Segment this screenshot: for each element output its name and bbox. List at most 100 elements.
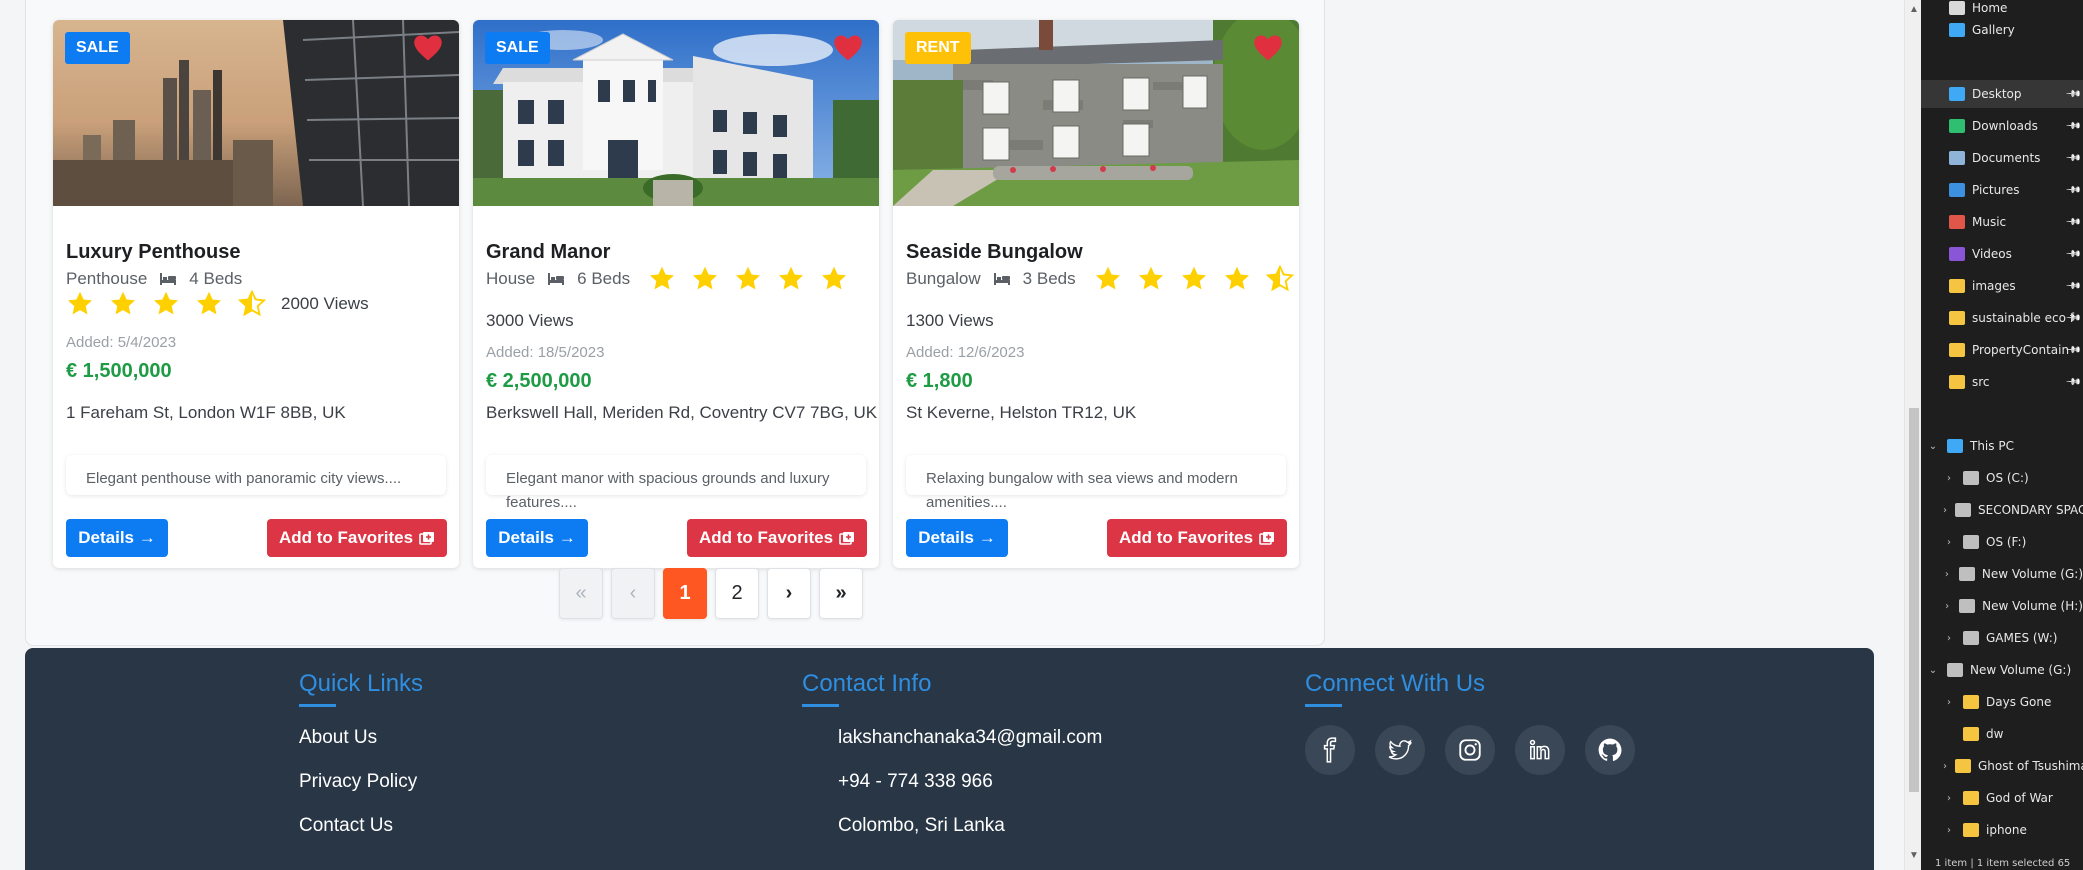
footer-link-about-us[interactable]: About Us <box>299 725 423 769</box>
nav-item-desktop[interactable]: Desktop 📌 <box>1921 80 2083 108</box>
add-to-favorites-button[interactable]: Add to Favorites <box>1107 519 1287 557</box>
nav-item-pictures[interactable]: Pictures 📌 <box>1921 176 2083 204</box>
linkedin-link[interactable] <box>1515 725 1565 775</box>
linkedin-icon <box>1529 739 1550 760</box>
added-date: Added: 5/4/2023 <box>66 334 177 351</box>
nav-item-music[interactable]: Music 📌 <box>1921 208 2083 236</box>
gallery-icon <box>1949 23 1965 37</box>
facebook-link[interactable] <box>1305 725 1355 775</box>
nav-item-ghost-of-tsushima[interactable]: › Ghost of Tsushima <box>1921 752 2083 780</box>
scrollbar-thumb[interactable] <box>1909 408 1919 792</box>
property-image[interactable]: RENT <box>893 20 1299 206</box>
property-card: RENT Seaside Bungalow Bungalow 3 Beds 13… <box>893 20 1299 568</box>
nav-item-label: OS (F:) <box>1986 535 2027 549</box>
details-button[interactable]: Details → <box>486 519 588 557</box>
next-page-button[interactable]: › <box>767 568 811 619</box>
page-scrollbar[interactable]: ▲ ▼ <box>1904 0 1921 870</box>
chevron-right-icon[interactable]: › <box>1943 633 1955 644</box>
property-description: Elegant penthouse with panoramic city vi… <box>66 455 446 495</box>
folder-icon <box>1963 695 1979 709</box>
property-image[interactable]: SALE <box>473 20 879 206</box>
details-button[interactable]: Details → <box>66 519 168 557</box>
add-to-favorites-button[interactable]: Add to Favorites <box>267 519 447 557</box>
nav-item-sustainable-eco-f[interactable]: sustainable eco f 📌 <box>1921 304 2083 332</box>
nav-item-os-f[interactable]: › OS (F:) <box>1921 528 2083 556</box>
star-rating <box>648 265 863 293</box>
nav-item-gallery[interactable]: Gallery <box>1921 16 2083 44</box>
star-rating <box>66 290 281 318</box>
chevron-down-icon[interactable]: ⌄ <box>1927 665 1939 676</box>
nav-item-videos[interactable]: Videos 📌 <box>1921 240 2083 268</box>
nav-item-label: New Volume (G:) <box>1981 567 2083 581</box>
star-icon <box>1095 266 1120 290</box>
nav-item-src[interactable]: src 📌 <box>1921 368 2083 396</box>
details-button-label: Details → <box>78 528 156 547</box>
property-image[interactable]: SALE <box>53 20 459 206</box>
nav-item-label: GAMES (W:) <box>1986 631 2058 645</box>
folder-icon <box>1963 791 1979 805</box>
nav-item-label: Desktop <box>1972 87 2022 101</box>
last-page-button[interactable]: » <box>819 568 863 619</box>
scroll-down-arrow-icon[interactable]: ▼ <box>1909 850 1919 861</box>
contact-info-column: Contact Info lakshanchanaka34@gmail.com … <box>802 670 1102 857</box>
heading-underline <box>1305 704 1342 707</box>
nav-item-documents[interactable]: Documents 📌 <box>1921 144 2083 172</box>
star-icon <box>822 266 847 290</box>
first-page-button[interactable]: « <box>559 568 603 619</box>
heart-icon[interactable] <box>833 34 863 62</box>
instagram-link[interactable] <box>1445 725 1495 775</box>
chevron-right-icon[interactable]: › <box>1943 601 1951 612</box>
star-icon <box>196 291 222 315</box>
nav-item-iphone[interactable]: › iphone <box>1921 816 2083 844</box>
nav-item-new-volume-h[interactable]: › New Volume (H:) <box>1921 592 2083 620</box>
twitter-link[interactable] <box>1375 725 1425 775</box>
nav-item-propertycontain[interactable]: PropertyContain 📌 <box>1921 336 2083 364</box>
nav-item-downloads[interactable]: Downloads 📌 <box>1921 112 2083 140</box>
nav-item-this-pc[interactable]: ⌄ This PC <box>1921 432 2083 460</box>
nav-item-os-c[interactable]: › OS (C:) <box>1921 464 2083 492</box>
chevron-right-icon[interactable]: › <box>1943 569 1951 580</box>
heart-icon[interactable] <box>1253 34 1283 62</box>
nav-item-god-of-war[interactable]: › God of War <box>1921 784 2083 812</box>
page: SALE Luxury Penthouse Penthouse 4 Beds 2… <box>0 0 1904 870</box>
property-description: Relaxing bungalow with sea views and mod… <box>906 455 1286 511</box>
footer-link-privacy-policy[interactable]: Privacy Policy <box>299 769 423 813</box>
nav-item-label: SECONDARY SPAC <box>1978 503 2083 517</box>
folder-icon <box>1963 727 1979 741</box>
page-2-button[interactable]: 2 <box>715 568 759 619</box>
footer-link-contact-us[interactable]: Contact Us <box>299 813 423 857</box>
chevron-down-icon[interactable]: ⌄ <box>1927 441 1939 452</box>
heart-icon[interactable] <box>413 34 443 62</box>
contact-email[interactable]: lakshanchanaka34@gmail.com <box>802 725 1102 769</box>
nav-item-new-volume-g[interactable]: ⌄ New Volume (G:) <box>1921 656 2083 684</box>
property-meta: House 6 Beds <box>486 265 863 293</box>
nav-item-dw[interactable]: dw <box>1921 720 2083 748</box>
nav-item-days-gone[interactable]: › Days Gone <box>1921 688 2083 716</box>
nav-item-images[interactable]: images 📌 <box>1921 272 2083 300</box>
chevron-right-icon[interactable]: › <box>1943 505 1947 516</box>
previous-page-button[interactable]: ‹ <box>611 568 655 619</box>
details-button[interactable]: Details → <box>906 519 1008 557</box>
chevron-right-icon[interactable]: › <box>1943 697 1955 708</box>
property-card: SALE Grand Manor House 6 Beds 3000 Views… <box>473 20 879 568</box>
nav-item-games-w[interactable]: › GAMES (W:) <box>1921 624 2083 652</box>
add-to-favorites-button[interactable]: Add to Favorites <box>687 519 867 557</box>
chevron-right-icon[interactable]: › <box>1943 825 1955 836</box>
property-title: Seaside Bungalow <box>906 241 1083 263</box>
github-link[interactable] <box>1585 725 1635 775</box>
nav-item-new-volume-g[interactable]: › New Volume (G:) <box>1921 560 2083 588</box>
star-icon <box>1224 266 1249 290</box>
contact-phone[interactable]: +94 - 774 338 966 <box>802 769 1102 813</box>
chevron-right-icon[interactable]: › <box>1943 761 1947 772</box>
chevron-right-icon[interactable]: › <box>1943 473 1955 484</box>
chevron-right-icon[interactable]: › <box>1943 537 1955 548</box>
scroll-up-arrow-icon[interactable]: ▲ <box>1909 4 1919 15</box>
nav-item-secondary-spac[interactable]: › SECONDARY SPAC <box>1921 496 2083 524</box>
twitter-icon <box>1388 739 1412 760</box>
chevron-right-icon[interactable]: › <box>1943 793 1955 804</box>
page-1-button[interactable]: 1 <box>663 568 707 619</box>
pin-icon: 📌 <box>2064 149 2082 167</box>
connect-heading: Connect With Us <box>1305 670 1486 697</box>
added-date: Added: 18/5/2023 <box>486 344 605 361</box>
star-rating <box>1094 265 1299 293</box>
